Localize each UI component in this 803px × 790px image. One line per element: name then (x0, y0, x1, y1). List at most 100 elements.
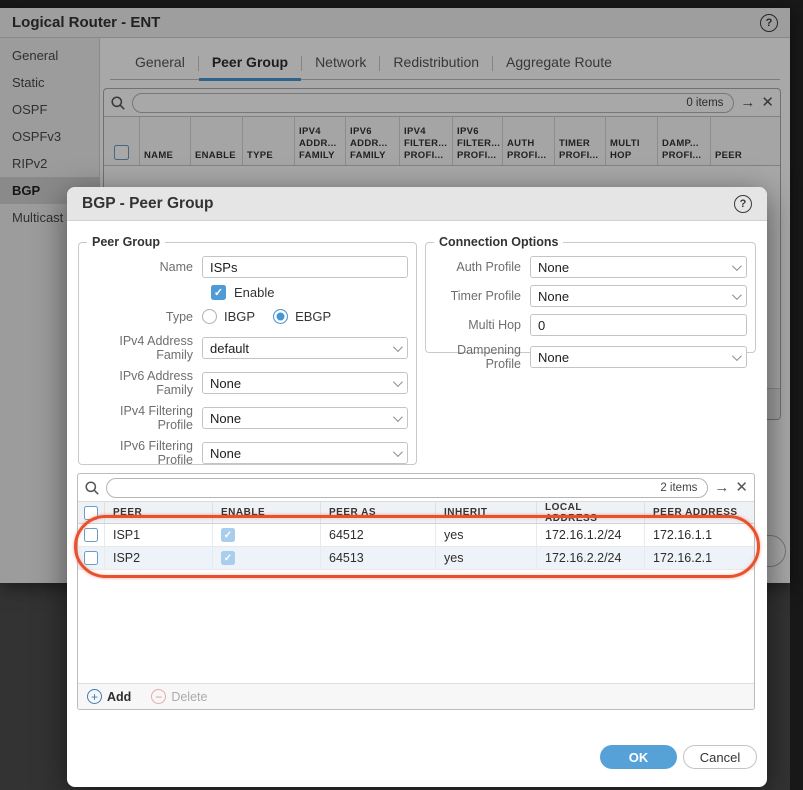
column-header-inherit[interactable]: INHERIT (436, 502, 537, 523)
cell-peer-address: 172.16.1.1 (645, 524, 754, 546)
ipv6-filtering-profile-value: None (210, 446, 241, 461)
ipv4-filtering-profile-label: IPv4 Filtering Profile (87, 404, 202, 432)
peer-items-count-badge: 2 items (660, 482, 697, 494)
select-all-cell (78, 502, 105, 523)
dampening-profile-select[interactable]: None (530, 346, 747, 368)
enabled-checkbox (221, 528, 235, 542)
timer-profile-select[interactable]: None (530, 285, 747, 307)
cell-enable (213, 524, 321, 546)
clear-filter-icon[interactable]: ✕ (735, 480, 748, 495)
cell-inherit: yes (436, 547, 537, 569)
ipv6-address-family-label: IPv6 Address Family (87, 369, 202, 397)
minus-icon: − (151, 689, 166, 704)
multi-hop-label: Multi Hop (434, 318, 530, 332)
column-header-local-address[interactable]: LOCAL ADDRESS (537, 502, 645, 523)
column-header-peer-as[interactable]: PEER AS (321, 502, 436, 523)
peer-group-legend: Peer Group (87, 235, 165, 249)
chevron-down-icon (393, 342, 403, 352)
auth-profile-select[interactable]: None (530, 256, 747, 278)
cancel-button[interactable]: Cancel (683, 745, 757, 769)
ebgp-label: EBGP (295, 309, 331, 324)
ipv4-address-family-value: default (210, 341, 249, 356)
ok-button[interactable]: OK (600, 745, 677, 769)
ibgp-label: IBGP (224, 309, 255, 324)
ipv6-address-family-select[interactable]: None (202, 372, 408, 394)
peer-filter-input[interactable]: 2 items (106, 478, 708, 498)
ipv4-address-family-row: IPv4 Address Family default (87, 334, 408, 362)
enable-label: Enable (234, 285, 274, 300)
cell-peer-address: 172.16.2.1 (645, 547, 754, 569)
ipv4-filtering-profile-select[interactable]: None (202, 407, 408, 429)
add-label: Add (107, 690, 131, 704)
cell-peer[interactable]: ISP2 (105, 547, 213, 569)
timer-profile-row: Timer Profile None (434, 285, 747, 307)
connection-options-fieldset: Connection Options Auth Profile None Tim… (425, 235, 756, 353)
column-header-enable[interactable]: ENABLE (213, 502, 321, 523)
delete-peer-button[interactable]: − Delete (151, 689, 207, 704)
peer-table-header-row: PEER ENABLE PEER AS INHERIT LOCAL ADDRES… (78, 501, 754, 524)
dialog-help-icon[interactable]: ? (734, 195, 752, 213)
chevron-down-icon (732, 261, 742, 271)
enabled-checkbox (221, 551, 235, 565)
row-checkbox[interactable] (84, 551, 98, 565)
table-row[interactable]: ISP2 64513 yes 172.16.2.2/24 172.16.2.1 (78, 547, 754, 570)
auth-profile-value: None (538, 260, 569, 275)
enable-checkbox[interactable] (211, 285, 226, 300)
cell-enable (213, 547, 321, 569)
cell-local-address: 172.16.2.2/24 (537, 547, 645, 569)
chevron-down-icon (732, 351, 742, 361)
ebgp-radio[interactable] (273, 309, 288, 324)
dampening-profile-label: Dampening Profile (434, 343, 530, 371)
timer-profile-label: Timer Profile (434, 289, 530, 303)
cell-peer[interactable]: ISP1 (105, 524, 213, 546)
auth-profile-row: Auth Profile None (434, 256, 747, 278)
ipv6-filtering-profile-row: IPv6 Filtering Profile None (87, 439, 408, 467)
ipv6-address-family-value: None (210, 376, 241, 391)
chevron-down-icon (393, 447, 403, 457)
name-row: Name ISPs (87, 256, 408, 278)
peer-table-panel: 2 items → ✕ PEER ENABLE PEER AS INHERIT … (77, 473, 755, 710)
chevron-down-icon (732, 290, 742, 300)
delete-label: Delete (171, 690, 207, 704)
row-select-cell (78, 524, 105, 546)
add-peer-button[interactable]: + Add (87, 689, 131, 704)
chevron-down-icon (393, 377, 403, 387)
multi-hop-field[interactable]: 0 (530, 314, 747, 336)
dampening-profile-value: None (538, 350, 569, 365)
timer-profile-value: None (538, 289, 569, 304)
ipv4-address-family-select[interactable]: default (202, 337, 408, 359)
ipv6-address-family-row: IPv6 Address Family None (87, 369, 408, 397)
peer-table-footer: + Add − Delete (78, 683, 754, 709)
bgp-peer-group-dialog: BGP - Peer Group ? Peer Group Name ISPs … (67, 187, 767, 787)
type-label: Type (87, 310, 202, 324)
name-field[interactable]: ISPs (202, 256, 408, 278)
row-checkbox[interactable] (84, 528, 98, 542)
ipv6-filtering-profile-label: IPv6 Filtering Profile (87, 439, 202, 467)
dialog-title: BGP - Peer Group (82, 195, 734, 213)
dampening-profile-row: Dampening Profile None (434, 343, 747, 371)
peer-table-body-empty (78, 570, 754, 683)
chevron-down-icon (393, 412, 403, 422)
select-all-checkbox[interactable] (84, 506, 98, 520)
cell-peer-as: 64512 (321, 524, 436, 546)
column-header-peer[interactable]: PEER (105, 502, 213, 523)
type-row: Type IBGP EBGP (87, 309, 408, 324)
table-row[interactable]: ISP1 64512 yes 172.16.1.2/24 172.16.1.1 (78, 524, 754, 547)
ibgp-radio[interactable] (202, 309, 217, 324)
ipv4-address-family-label: IPv4 Address Family (87, 334, 202, 362)
name-label: Name (87, 260, 202, 274)
plus-icon: + (87, 689, 102, 704)
enable-row: Enable (211, 285, 408, 300)
row-select-cell (78, 547, 105, 569)
apply-filter-arrow-icon[interactable]: → (714, 480, 729, 495)
ipv4-filtering-profile-value: None (210, 411, 241, 426)
connection-options-legend: Connection Options (434, 235, 563, 249)
multi-hop-row: Multi Hop 0 (434, 314, 747, 336)
column-header-peer-address[interactable]: PEER ADDRESS (645, 502, 754, 523)
cell-inherit: yes (436, 524, 537, 546)
dialog-header: BGP - Peer Group ? (67, 187, 767, 221)
auth-profile-label: Auth Profile (434, 260, 530, 274)
ipv6-filtering-profile-select[interactable]: None (202, 442, 408, 464)
ipv4-filtering-profile-row: IPv4 Filtering Profile None (87, 404, 408, 432)
cell-peer-as: 64513 (321, 547, 436, 569)
